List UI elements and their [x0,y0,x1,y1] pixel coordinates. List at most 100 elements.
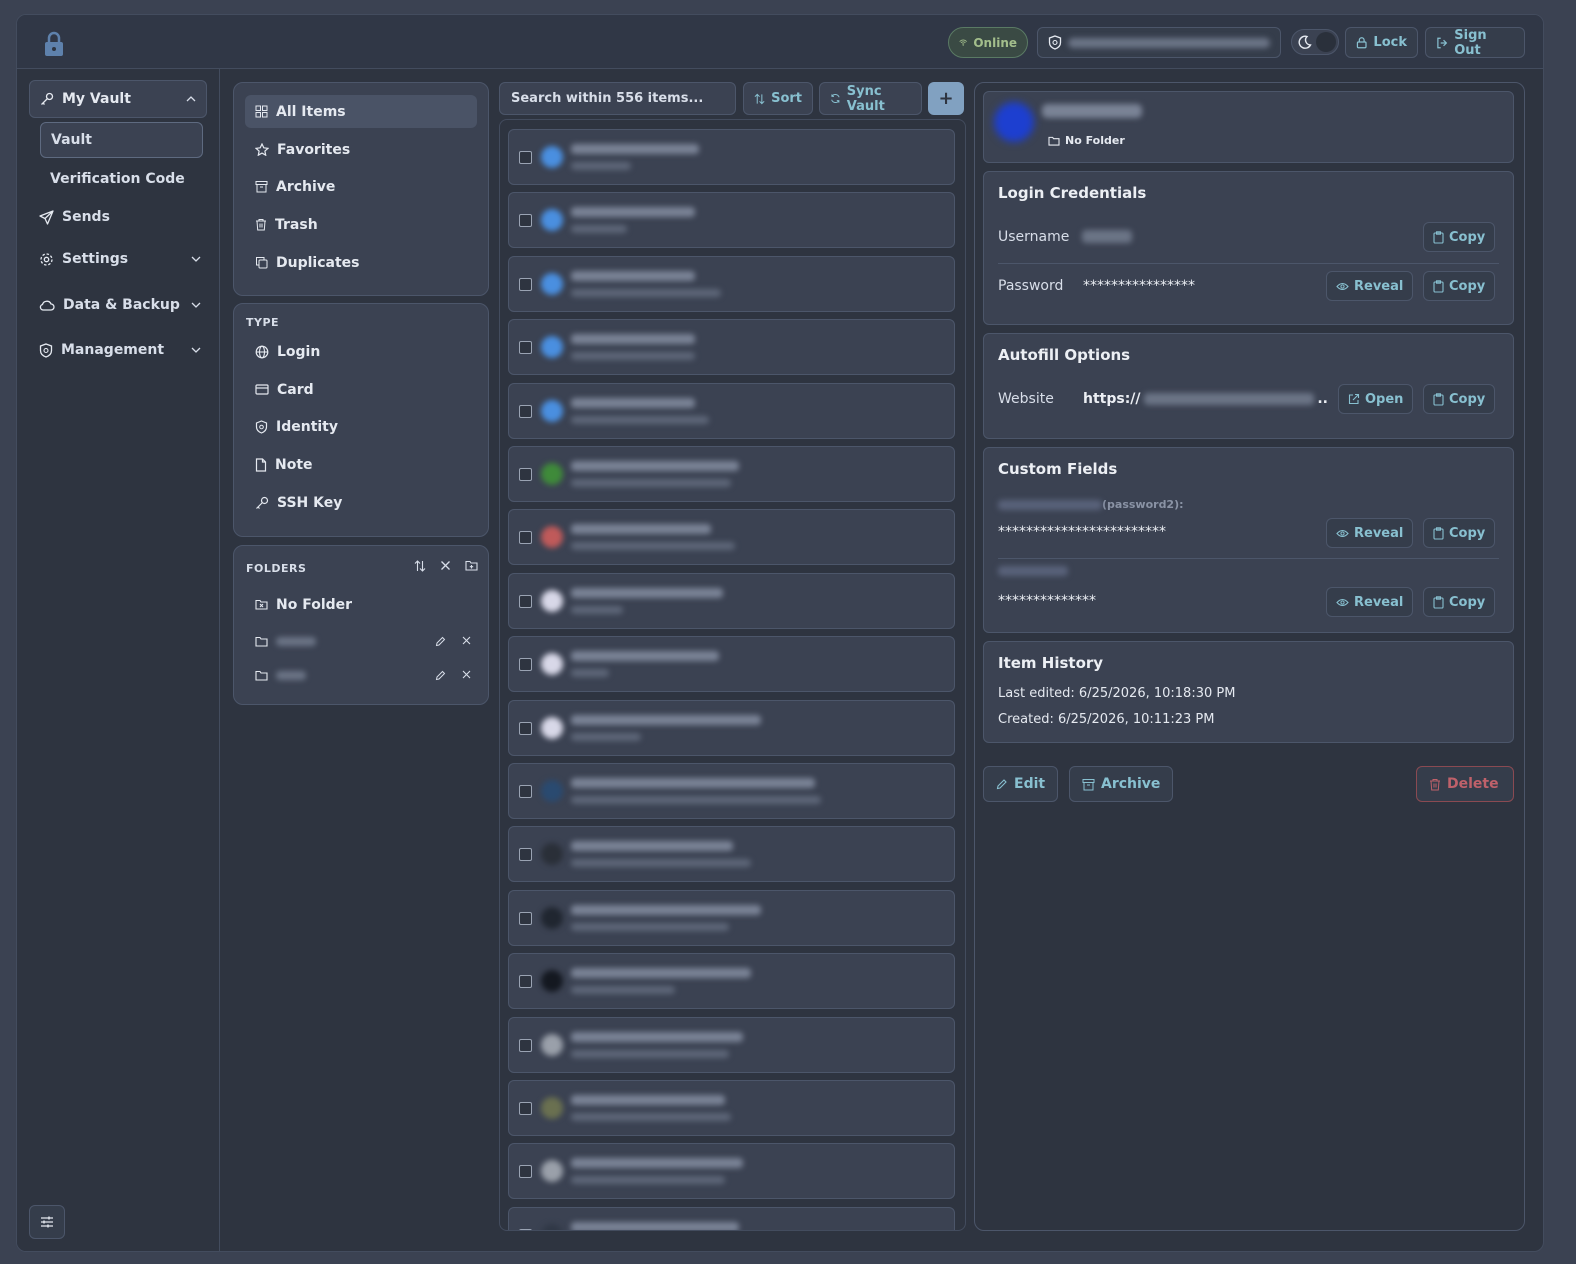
delete-button[interactable]: Delete [1416,766,1514,802]
sidebar-item-management[interactable]: Management [39,335,209,365]
new-folder-icon[interactable] [465,560,478,571]
copy-username-button[interactable]: Copy [1423,222,1496,252]
item-checkbox[interactable] [519,214,532,228]
item-favicon [541,843,563,866]
duplicates-label: Duplicates [276,254,360,271]
filter-archive[interactable]: Archive [245,170,477,203]
item-checkbox[interactable] [519,785,532,798]
list-item[interactable] [508,192,955,249]
reveal-label: Reveal [1354,525,1404,541]
list-item[interactable] [508,509,955,566]
item-checkbox[interactable] [519,1165,532,1179]
my-vault-group[interactable]: My Vault [29,80,207,118]
type-section-label: TYPE [246,316,280,329]
filter-type-note[interactable]: Note [245,448,477,481]
item-checkbox[interactable] [519,404,532,418]
item-checkbox[interactable] [519,658,532,672]
sidebar-item-sends[interactable]: Sends [39,202,209,232]
reveal-custom-field-2-button[interactable]: Reveal [1326,587,1414,617]
sign-out-button[interactable]: Sign Out [1425,27,1525,58]
filter-favorites[interactable]: Favorites [245,133,477,166]
item-checkbox[interactable] [519,151,532,164]
item-checkbox[interactable] [519,1228,532,1230]
copy-icon [256,257,268,269]
close-icon[interactable] [462,636,471,645]
edit-button[interactable]: Edit [983,766,1059,802]
list-item[interactable] [508,826,955,883]
sidebar-item-data-backup[interactable]: Data & Backup [39,290,209,320]
item-checkbox[interactable] [519,341,532,355]
filter-type-card[interactable]: Card [245,373,477,406]
item-checkbox[interactable] [519,975,532,989]
lock-button[interactable]: Lock [1345,27,1418,58]
item-checkbox[interactable] [519,721,532,735]
item-checkbox[interactable] [519,468,532,481]
folder-no-folder[interactable]: No Folder [245,588,477,621]
pencil-icon[interactable] [435,670,446,681]
sidebar-item-vault[interactable]: Vault [40,122,203,158]
vault-item-list[interactable] [499,119,966,1231]
item-checkbox[interactable] [519,911,532,925]
filter-duplicates[interactable]: Duplicates [245,246,477,279]
theme-toggle[interactable] [1291,29,1339,55]
copy-custom-field-1-button[interactable]: Copy [1423,518,1496,548]
list-item[interactable] [508,953,955,1010]
account-email-redacted [1068,37,1270,48]
item-checkbox[interactable] [519,531,532,545]
sync-vault-button[interactable]: Sync Vault [819,82,922,115]
copy-custom-field-2-button[interactable]: Copy [1423,587,1496,617]
item-checkbox[interactable] [519,277,532,291]
item-title-redacted [1042,104,1142,118]
website-value[interactable]: https:// .. [1083,391,1328,407]
trash-icon [1430,778,1440,790]
list-item[interactable] [508,763,955,819]
pencil-icon[interactable] [435,636,446,647]
list-item[interactable] [508,129,955,185]
copy-website-button[interactable]: Copy [1423,384,1496,414]
folder-item[interactable] [245,660,477,690]
filter-type-login[interactable]: Login [245,335,477,368]
filter-type-ssh-key[interactable]: SSH Key [245,486,477,519]
reveal-password-button[interactable]: Reveal [1326,271,1414,301]
folder-item[interactable] [245,626,477,656]
list-item[interactable] [508,699,955,756]
close-icon[interactable] [440,560,451,571]
item-detail-panel: No Folder Login Credentials Username Cop… [974,82,1525,1231]
password-label: Password [998,278,1064,294]
list-item[interactable] [508,1080,955,1136]
filter-trash[interactable]: Trash [245,208,477,241]
sidebar-item-settings[interactable]: Settings [39,244,209,274]
list-item[interactable] [508,1206,955,1230]
item-checkbox[interactable] [519,1102,532,1115]
password-value: **************** [1083,278,1195,294]
close-icon[interactable] [462,670,471,679]
sort-folders-icon[interactable] [414,560,426,572]
filter-type-identity[interactable]: Identity [245,410,477,443]
search-input[interactable]: Search within 556 items... [499,82,736,115]
no-folder-label: No Folder [276,596,353,613]
list-item[interactable] [508,382,955,439]
item-checkbox[interactable] [519,848,532,862]
list-item[interactable] [508,572,955,629]
list-item[interactable] [508,636,955,693]
reveal-custom-field-1-button[interactable]: Reveal [1326,518,1414,548]
sort-button[interactable]: Sort [743,82,813,115]
item-header-card: No Folder [983,91,1514,163]
list-item[interactable] [508,255,955,312]
item-subtitle-redacted [571,1176,725,1185]
item-checkbox[interactable] [519,594,532,608]
account-menu-button[interactable] [1037,27,1281,58]
list-item[interactable] [508,889,955,946]
sidebar-item-verification-code[interactable]: Verification Code [40,161,203,197]
list-item[interactable] [508,319,955,376]
item-checkbox[interactable] [519,1038,532,1052]
archive-button[interactable]: Archive [1069,766,1174,802]
add-item-button[interactable]: + [928,82,964,115]
open-website-button[interactable]: Open [1338,384,1414,414]
list-item[interactable] [508,446,955,502]
sidebar-settings-button[interactable] [29,1205,65,1239]
list-item[interactable] [508,1016,955,1073]
list-item[interactable] [508,1143,955,1200]
filter-all-items[interactable]: All Items [245,95,477,128]
copy-password-button[interactable]: Copy [1423,271,1496,301]
